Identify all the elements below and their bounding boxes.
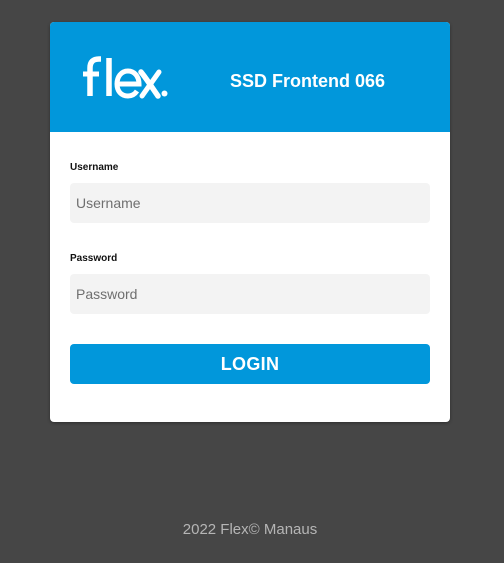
username-label: Username bbox=[70, 162, 119, 173]
card-header: SSD Frontend 066 bbox=[50, 22, 450, 132]
username-input[interactable] bbox=[70, 183, 430, 223]
password-input[interactable] bbox=[70, 274, 430, 314]
app-title: SSD Frontend 066 bbox=[230, 71, 386, 91]
login-button[interactable]: LOGIN bbox=[70, 344, 430, 384]
footer-copyright: 2022 Flex© Manaus bbox=[182, 521, 318, 538]
flex-logo bbox=[80, 52, 170, 102]
password-label: Password bbox=[70, 253, 118, 264]
login-card: SSD Frontend 066 Username Password LOGIN bbox=[50, 22, 450, 422]
